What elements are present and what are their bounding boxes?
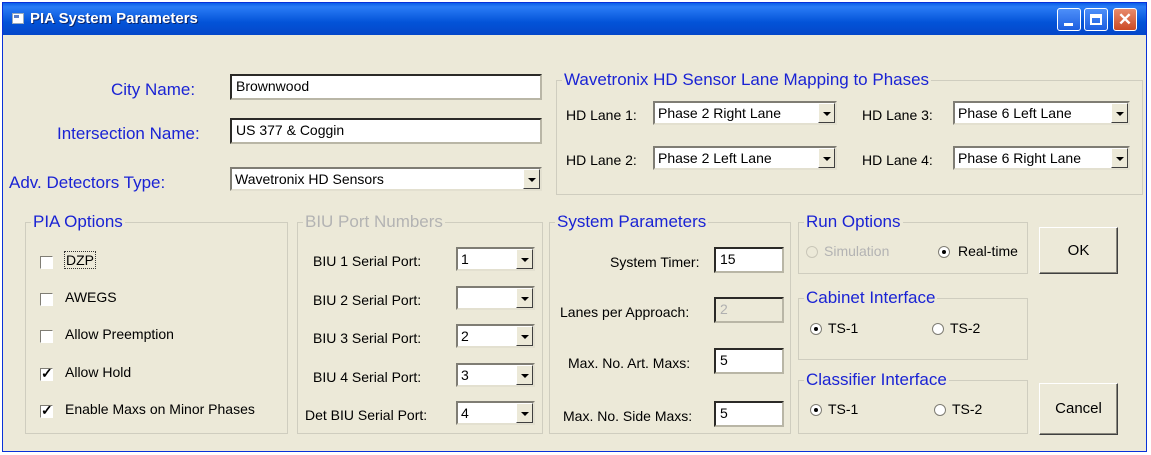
close-icon: ✕ <box>1117 10 1133 29</box>
lanes-per-approach-label: Lanes per Approach: <box>560 304 690 320</box>
enable-maxs-checkbox[interactable]: ✓ <box>40 402 53 418</box>
title-bar[interactable]: PIA System Parameters ✕ <box>3 3 1146 35</box>
system-parameters-title: System Parameters <box>555 212 709 232</box>
realtime-radio[interactable] <box>938 246 950 258</box>
biu-4-label: BIU 4 Serial Port: <box>313 369 422 385</box>
window-title: PIA System Parameters <box>30 10 198 27</box>
check-icon: ✓ <box>41 402 53 418</box>
det-biu-select[interactable]: 4 <box>456 401 535 425</box>
pia-options-title: PIA Options <box>31 212 125 232</box>
adv-detectors-type-select[interactable]: Wavetronix HD Sensors <box>230 167 542 191</box>
biu-3-label: BIU 3 Serial Port: <box>313 330 422 346</box>
det-biu-label: Det BIU Serial Port: <box>305 407 428 423</box>
awegs-label[interactable]: AWEGS <box>65 289 117 305</box>
radio-selected-icon <box>814 327 818 331</box>
pia-system-parameters-window: PIA System Parameters ✕ City Name: Brown… <box>2 2 1147 452</box>
max-art-maxs-input[interactable]: 5 <box>714 348 784 374</box>
max-side-maxs-label: Max. No. Side Maxs: <box>563 408 693 424</box>
hd-lane-4-label: HD Lane 4: <box>862 152 933 168</box>
hd-lane-4-value: Phase 6 Right Lane <box>958 150 1081 166</box>
run-options-title: Run Options <box>804 212 903 232</box>
hd-lane-3-label: HD Lane 3: <box>862 107 933 123</box>
system-timer-input[interactable]: 15 <box>714 247 784 273</box>
biu-4-select[interactable]: 3 <box>456 363 535 387</box>
allow-preemption-checkbox[interactable] <box>40 330 53 343</box>
hd-lane-1-label: HD Lane 1: <box>566 107 637 123</box>
city-name-input[interactable]: Brownwood <box>230 74 542 100</box>
cabinet-ts2-radio[interactable] <box>932 323 944 335</box>
classifier-ts1-label[interactable]: TS-1 <box>828 401 858 417</box>
radio-selected-icon <box>942 250 946 254</box>
enable-maxs-label[interactable]: Enable Maxs on Minor Phases <box>65 401 255 417</box>
intersection-name-input[interactable]: US 377 & Coggin <box>230 118 542 144</box>
hd-lane-2-value: Phase 2 Left Lane <box>658 150 772 166</box>
classifier-ts2-radio[interactable] <box>934 404 946 416</box>
lane-mapping-group: Wavetronix HD Sensor Lane Mapping to Pha… <box>556 70 1143 195</box>
hd-lane-3-select[interactable]: Phase 6 Left Lane <box>953 101 1130 125</box>
chevron-down-icon[interactable] <box>516 326 533 346</box>
hd-lane-1-value: Phase 2 Right Lane <box>658 105 781 121</box>
chevron-down-icon[interactable] <box>516 365 533 385</box>
biu-port-numbers-title: BIU Port Numbers <box>303 212 445 232</box>
cabinet-ts2-label[interactable]: TS-2 <box>950 320 980 336</box>
biu-2-select[interactable] <box>456 286 535 310</box>
biu-3-value: 2 <box>461 328 469 344</box>
hd-lane-4-select[interactable]: Phase 6 Right Lane <box>953 146 1130 170</box>
maximize-icon <box>1090 14 1102 25</box>
chevron-down-icon[interactable] <box>516 288 533 308</box>
chevron-down-icon[interactable] <box>516 249 533 269</box>
allow-hold-checkbox[interactable]: ✓ <box>40 365 53 381</box>
classifier-ts2-label[interactable]: TS-2 <box>952 401 982 417</box>
maximize-button[interactable] <box>1084 8 1108 31</box>
radio-selected-icon <box>814 408 818 412</box>
city-name-label: City Name: <box>111 80 196 99</box>
minimize-icon <box>1064 23 1073 26</box>
app-icon <box>12 13 24 24</box>
biu-1-label: BIU 1 Serial Port: <box>313 253 422 269</box>
classifier-ts1-radio[interactable] <box>810 404 822 416</box>
biu-1-value: 1 <box>461 251 469 267</box>
chevron-down-icon[interactable] <box>516 403 533 423</box>
biu-2-label: BIU 2 Serial Port: <box>313 292 422 308</box>
adv-detectors-type-value: Wavetronix HD Sensors <box>235 171 384 187</box>
hd-lane-1-select[interactable]: Phase 2 Right Lane <box>653 101 837 125</box>
det-biu-value: 4 <box>461 405 469 421</box>
close-button[interactable]: ✕ <box>1113 8 1137 31</box>
chevron-down-icon[interactable] <box>523 169 540 189</box>
cancel-button[interactable]: Cancel <box>1039 383 1118 435</box>
max-side-maxs-input[interactable]: 5 <box>714 401 784 427</box>
biu-3-select[interactable]: 2 <box>456 324 535 348</box>
biu-4-value: 3 <box>461 367 469 383</box>
max-art-maxs-label: Max. No. Art. Maxs: <box>568 355 691 371</box>
chevron-down-icon[interactable] <box>818 148 835 168</box>
lane-mapping-title: Wavetronix HD Sensor Lane Mapping to Pha… <box>562 70 932 90</box>
cabinet-ts1-radio[interactable] <box>810 323 822 335</box>
chevron-down-icon[interactable] <box>818 103 835 123</box>
simulation-label: Simulation <box>824 243 890 259</box>
chevron-down-icon[interactable] <box>1111 148 1128 168</box>
lanes-per-approach-input: 2 <box>714 297 784 323</box>
hd-lane-3-value: Phase 6 Left Lane <box>958 105 1072 121</box>
awegs-checkbox[interactable] <box>40 293 53 306</box>
hd-lane-2-label: HD Lane 2: <box>566 152 637 168</box>
dzp-checkbox[interactable] <box>40 256 53 269</box>
ok-button[interactable]: OK <box>1039 227 1118 274</box>
classifier-interface-title: Classifier Interface <box>804 370 949 390</box>
chevron-down-icon[interactable] <box>1111 103 1128 123</box>
biu-1-select[interactable]: 1 <box>456 247 535 271</box>
system-timer-label: System Timer: <box>610 254 700 270</box>
allow-preemption-label[interactable]: Allow Preemption <box>65 326 174 342</box>
cabinet-ts1-label[interactable]: TS-1 <box>828 320 858 336</box>
check-icon: ✓ <box>41 365 53 381</box>
realtime-label[interactable]: Real-time <box>958 243 1018 259</box>
intersection-name-label: Intersection Name: <box>57 124 200 143</box>
hd-lane-2-select[interactable]: Phase 2 Left Lane <box>653 146 837 170</box>
minimize-button[interactable] <box>1057 8 1081 31</box>
simulation-radio <box>806 246 818 258</box>
adv-detectors-type-label: Adv. Detectors Type: <box>9 173 166 192</box>
allow-hold-label[interactable]: Allow Hold <box>65 364 131 380</box>
dzp-label[interactable]: DZP <box>64 251 96 269</box>
cabinet-interface-title: Cabinet Interface <box>804 288 938 308</box>
